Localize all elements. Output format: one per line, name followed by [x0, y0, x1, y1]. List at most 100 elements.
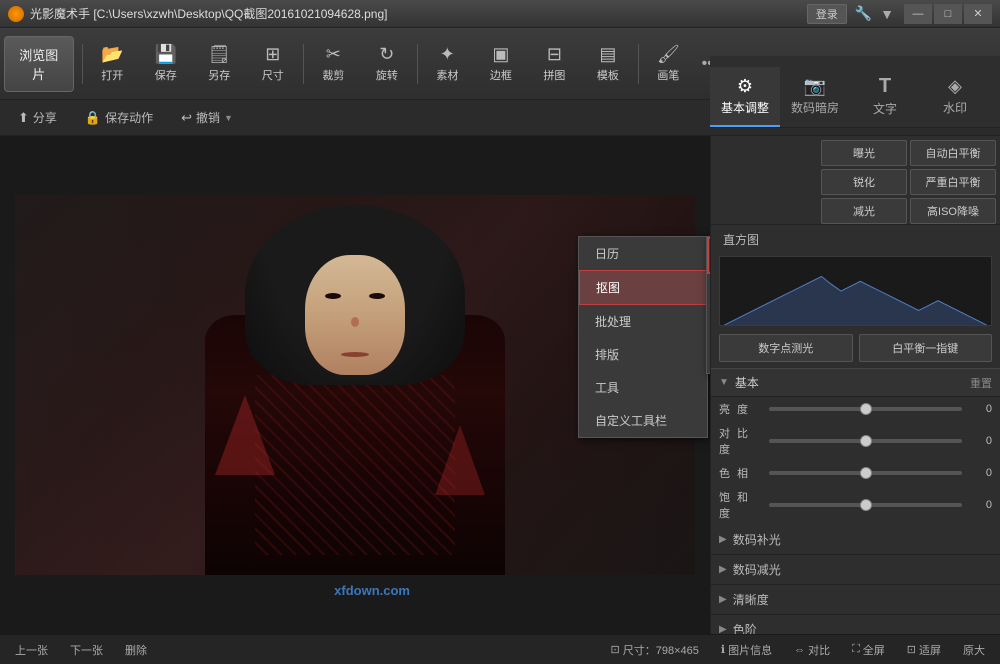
- original-label: 原大: [963, 642, 985, 658]
- info-button[interactable]: ℹ 图片信息: [716, 640, 777, 660]
- tool-open[interactable]: 📂 打开: [87, 36, 139, 92]
- contrast-thumb: [860, 435, 872, 447]
- sliders-container: 亮 度 0 对 比 度 0 色 相 0: [711, 397, 1000, 525]
- menu-item-layout[interactable]: 排版: [579, 338, 707, 371]
- statusbar: 上一张 下一张 删除 ⊡ 尺寸：798×465 ℹ 图片信息 ⇔ 对比 ⛶ 全屏…: [0, 634, 1000, 664]
- size-icon: ⊞: [265, 44, 280, 65]
- hue-track: [769, 471, 962, 475]
- brightness-row: 亮 度 0: [711, 397, 1000, 421]
- tab-text[interactable]: T 文字: [850, 67, 920, 127]
- open-label: 打开: [101, 67, 123, 83]
- crop-label: 裁剪: [322, 67, 344, 83]
- minimize-button[interactable]: —: [904, 4, 932, 24]
- basic-title: 基本: [735, 374, 759, 391]
- saturation-value: 0: [968, 499, 992, 511]
- fit-button[interactable]: ⊡ 适屏: [902, 640, 946, 660]
- submenu-shape-crop[interactable]: 形状抠图: [707, 307, 710, 340]
- btn-sharpen[interactable]: 锐化: [821, 169, 907, 195]
- restore-button[interactable]: □: [934, 4, 962, 24]
- tab-watermark[interactable]: ◈ 水印: [920, 67, 990, 127]
- tool-paint[interactable]: 🖌 画笔: [643, 36, 695, 92]
- submenu-manual-crop[interactable]: 手动抠图: [707, 274, 710, 307]
- material-label: 素材: [436, 67, 458, 83]
- material-icon: ✦: [440, 44, 455, 65]
- menu-item-custom[interactable]: 自定义工具栏: [579, 404, 707, 437]
- submenu-auto-crop[interactable]: 自动抠图: [707, 237, 710, 274]
- menu-item-tools[interactable]: 工具: [579, 371, 707, 404]
- titlebar-tool1[interactable]: 🔧: [855, 5, 872, 22]
- digital-fill-arrow: ▶: [719, 534, 727, 545]
- btn-digital-point-light[interactable]: 数字点测光: [719, 334, 853, 362]
- border-icon: ▣: [492, 44, 509, 65]
- right-tabs: ⚙ 基本调整 📷 数码暗房 T 文字 ◈ 水印: [710, 56, 1000, 128]
- digital-reduce-section: ▶ 数码减光: [711, 555, 1000, 585]
- tool-saveas[interactable]: 🗒 另存: [194, 36, 246, 92]
- size-label: 尺寸: [262, 67, 284, 83]
- undo-button[interactable]: ↩ 撤销 ▼: [175, 107, 239, 128]
- tool-collage[interactable]: ⊟ 拼图: [529, 36, 581, 92]
- btn-high-iso[interactable]: 高ISO降噪: [910, 198, 996, 224]
- titlebar-tool2[interactable]: ▼: [880, 6, 894, 22]
- prev-button[interactable]: 上一张: [10, 640, 53, 660]
- text-tab-label: 文字: [873, 100, 897, 117]
- tool-size[interactable]: ⊞ 尺寸: [247, 36, 299, 92]
- close-button[interactable]: ✕: [964, 4, 992, 24]
- tool-border[interactable]: ▣ 边框: [475, 36, 527, 92]
- browse-button[interactable]: 浏览图片: [4, 36, 74, 92]
- robe-pattern: [255, 375, 455, 555]
- next-button[interactable]: 下一张: [65, 640, 108, 660]
- save-action-icon: 🔒: [85, 110, 101, 126]
- figure: [185, 205, 525, 575]
- digital-reduce-arrow: ▶: [719, 564, 727, 575]
- login-button[interactable]: 登录: [807, 4, 847, 24]
- toolbar-divider: [82, 44, 83, 84]
- saturation-label: 饱 和 度: [719, 489, 763, 521]
- btn-auto-wb[interactable]: 自动白平衡: [910, 140, 996, 166]
- paint-icon: 🖌: [657, 44, 680, 65]
- digital-fill-section: ▶ 数码补光: [711, 525, 1000, 555]
- levels-header[interactable]: ▶ 色阶: [711, 615, 1000, 634]
- text-tab-icon: T: [879, 75, 891, 98]
- compare-button[interactable]: ⇔ 对比: [789, 640, 835, 660]
- right-panel: 曝光 自动白平衡 锐化 严重白平衡 减光 高ISO降噪 直方图 数字点测光 白平…: [710, 136, 1000, 634]
- compare-icon: ⇔: [794, 644, 805, 656]
- tool-crop[interactable]: ✂ 裁剪: [308, 36, 360, 92]
- menu-item-batch[interactable]: 批处理: [579, 305, 707, 338]
- tool-template[interactable]: ▤ 模板: [582, 36, 634, 92]
- undo-label: 撤销: [196, 109, 220, 126]
- delete-button[interactable]: 删除: [120, 640, 152, 660]
- btn-reduce[interactable]: 减光: [821, 198, 907, 224]
- template-icon: ▤: [599, 44, 616, 65]
- levels-arrow: ▶: [719, 624, 727, 634]
- share-button[interactable]: ⬆ 分享: [12, 107, 63, 128]
- clarity-header[interactable]: ▶ 清晰度: [711, 585, 1000, 614]
- open-icon: 📂: [101, 44, 123, 65]
- title-text: 光影魔术手 [C:\Users\xzwh\Desktop\QQ截图2016102…: [30, 5, 807, 22]
- saturation-thumb: [860, 499, 872, 511]
- tab-basic[interactable]: ⚙ 基本调整: [710, 67, 780, 127]
- tab-digital[interactable]: 📷 数码暗房: [780, 67, 850, 127]
- btn-exposure[interactable]: 曝光: [821, 140, 907, 166]
- histogram-chart: [720, 257, 991, 325]
- original-button[interactable]: 原大: [958, 640, 990, 660]
- reset-button[interactable]: 重置: [970, 375, 992, 391]
- menu-item-calendar[interactable]: 日历: [579, 237, 707, 270]
- fullscreen-icon: ⛶: [852, 643, 860, 656]
- tool-material[interactable]: ✦ 素材: [422, 36, 474, 92]
- menu-item-crop[interactable]: 抠图: [579, 270, 707, 305]
- submenu-color-crop[interactable]: 色度抠图: [707, 340, 710, 373]
- basic-section-header[interactable]: ▼ 基本 重置: [711, 368, 1000, 397]
- tool-rotate[interactable]: ↻ 旋转: [361, 36, 413, 92]
- histogram-area: [719, 256, 992, 326]
- digital-reduce-header[interactable]: ▶ 数码减光: [711, 555, 1000, 584]
- btn-severe-wb[interactable]: 严重白平衡: [910, 169, 996, 195]
- watermark-tab-icon: ◈: [948, 76, 962, 97]
- btn-wb-one-touch[interactable]: 白平衡一指键: [859, 334, 993, 362]
- tool-save[interactable]: 💾 保存: [140, 36, 192, 92]
- submenu: 自动抠图 手动抠图 形状抠图 色度抠图: [706, 236, 710, 374]
- save-action-button[interactable]: 🔒 保存动作: [79, 107, 159, 128]
- fullscreen-button[interactable]: ⛶ 全屏: [847, 640, 890, 660]
- digital-reduce-title: 数码减光: [733, 561, 781, 578]
- fit-label: 适屏: [919, 642, 941, 658]
- digital-fill-header[interactable]: ▶ 数码补光: [711, 525, 1000, 554]
